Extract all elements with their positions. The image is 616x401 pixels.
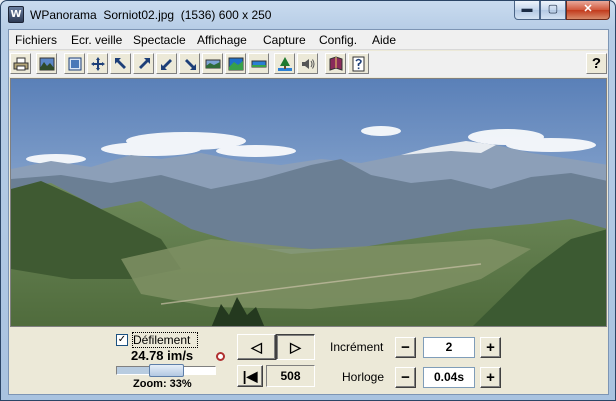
tree-icon bbox=[277, 56, 292, 71]
increment-label: Incrément bbox=[330, 340, 384, 354]
scroll-upleft-button[interactable] bbox=[110, 53, 131, 74]
toolbar: ? bbox=[9, 51, 608, 77]
increment-minus-button[interactable]: − bbox=[395, 337, 416, 358]
playback-controls: ✓ Défilement 24.78 im/s Zoom: 33% ◁ ▷ |◀… bbox=[9, 328, 608, 394]
menu-bar: Fichiers Ecr. veille Spectacle Affichage… bbox=[9, 30, 608, 50]
panorama-image bbox=[11, 79, 606, 326]
zoom-slider-fill bbox=[117, 367, 150, 374]
panorama-icon bbox=[228, 57, 243, 70]
arrow-upleft-icon bbox=[114, 57, 126, 69]
client-area: Fichiers Ecr. veille Spectacle Affichage… bbox=[8, 29, 609, 395]
help-button[interactable]: ? bbox=[586, 53, 607, 74]
fit-window-button[interactable] bbox=[64, 53, 85, 74]
menu-aide[interactable]: Aide bbox=[372, 33, 396, 47]
fit-window-icon bbox=[68, 57, 81, 70]
clock-field[interactable]: 0.04s bbox=[423, 367, 475, 388]
panorama-flat-icon bbox=[251, 60, 266, 67]
speed-dial-icon[interactable] bbox=[216, 352, 225, 361]
zoom-slider-thumb[interactable] bbox=[149, 364, 184, 377]
panorama-viewport[interactable] bbox=[10, 78, 607, 327]
landscape-image-icon bbox=[39, 57, 54, 70]
frame-counter: 508 bbox=[266, 365, 315, 387]
print-icon bbox=[13, 57, 28, 70]
panorama-strip-button[interactable] bbox=[202, 53, 223, 74]
menu-affichage[interactable]: Affichage bbox=[197, 33, 247, 47]
application-window: W WPanorama Sorniot02.jpg (1536) 600 x 2… bbox=[0, 0, 616, 401]
landscape-image-button[interactable] bbox=[36, 53, 57, 74]
menu-capture[interactable]: Capture bbox=[263, 33, 306, 47]
arrow-downleft-icon bbox=[160, 58, 172, 70]
increment-plus-button[interactable]: + bbox=[480, 337, 501, 358]
tree-button[interactable] bbox=[274, 53, 295, 74]
maximize-button[interactable]: ▢ bbox=[540, 1, 566, 20]
arrow-downright-icon bbox=[184, 58, 196, 70]
speed-readout: 24.78 im/s bbox=[131, 348, 194, 363]
zoom-slider[interactable] bbox=[116, 364, 216, 377]
panorama-flat-button[interactable] bbox=[248, 53, 269, 74]
minimize-button[interactable]: ▬ bbox=[514, 1, 540, 20]
speaker-icon bbox=[301, 58, 314, 69]
book-button[interactable] bbox=[325, 53, 346, 74]
increment-field[interactable]: 2 bbox=[423, 337, 475, 358]
zoom-label: Zoom: 33% bbox=[133, 378, 192, 390]
arrow-upright-icon bbox=[138, 57, 150, 69]
menu-ecran-veille[interactable]: Ecr. veille bbox=[71, 33, 122, 47]
title-bar[interactable]: W WPanorama Sorniot02.jpg (1536) 600 x 2… bbox=[1, 1, 615, 29]
menu-fichiers[interactable]: Fichiers bbox=[15, 33, 57, 47]
previous-button[interactable]: ◁ bbox=[237, 334, 276, 360]
panorama-button[interactable] bbox=[225, 53, 246, 74]
first-frame-button[interactable]: |◀ bbox=[237, 365, 263, 387]
move-arrows-icon bbox=[90, 56, 105, 71]
menu-config[interactable]: Config. bbox=[319, 33, 357, 47]
app-icon[interactable]: W bbox=[8, 6, 24, 23]
window-title: WPanorama Sorniot02.jpg (1536) 600 x 250 bbox=[30, 8, 272, 22]
clock-plus-button[interactable]: + bbox=[480, 367, 501, 388]
scroll-label[interactable]: Défilement bbox=[133, 333, 190, 347]
clock-minus-button[interactable]: − bbox=[395, 367, 416, 388]
panorama-strip-icon bbox=[205, 59, 220, 68]
move-arrows-button[interactable] bbox=[87, 53, 108, 74]
scroll-downright-button[interactable] bbox=[179, 53, 200, 74]
scroll-upright-button[interactable] bbox=[133, 53, 154, 74]
next-button[interactable]: ▷ bbox=[276, 334, 315, 360]
scroll-downleft-button[interactable] bbox=[156, 53, 177, 74]
help-page-button[interactable] bbox=[348, 53, 369, 74]
scroll-checkbox[interactable]: ✓ bbox=[116, 334, 128, 346]
menu-spectacle[interactable]: Spectacle bbox=[133, 33, 186, 47]
clock-label: Horloge bbox=[342, 370, 385, 384]
sound-button[interactable] bbox=[297, 53, 318, 74]
book-icon bbox=[329, 55, 342, 71]
print-button[interactable] bbox=[10, 53, 31, 74]
close-button[interactable]: ✕ bbox=[566, 1, 610, 20]
help-page-icon bbox=[352, 56, 364, 71]
